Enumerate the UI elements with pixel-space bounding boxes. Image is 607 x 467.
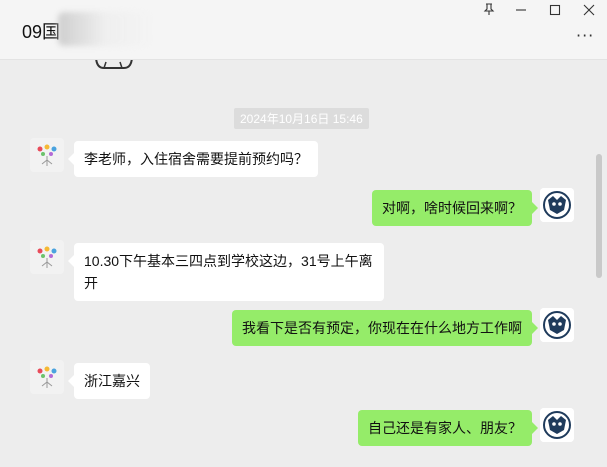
pin-icon[interactable] xyxy=(478,2,500,24)
message-bubble-sent: 我看下是否有预定，你现在在什么地方工作啊 xyxy=(232,310,538,346)
self-avatar[interactable] xyxy=(540,188,574,222)
self-avatar[interactable] xyxy=(540,308,574,342)
self-avatar[interactable] xyxy=(540,408,574,442)
contact-avatar[interactable] xyxy=(30,240,64,274)
redacted-title-blur xyxy=(58,12,153,46)
message-bubble-received: 10.30下午基本三四点到学校这边，31号上午离开 xyxy=(68,243,384,301)
contact-avatar[interactable] xyxy=(30,360,64,394)
chat-area[interactable]: 2024年10月16日 15:46 李老师，入住宿舍需要提前预约吗？ 对啊，啥时… xyxy=(0,60,607,467)
contact-avatar[interactable] xyxy=(30,138,64,172)
message-bubble-received: 浙江嘉兴 xyxy=(68,363,150,399)
chat-title: 09国 xyxy=(22,22,61,42)
message-bubble-sent: 对啊，啥时候回来啊？ xyxy=(372,190,538,226)
scrollbar[interactable] xyxy=(596,154,602,278)
partial-avatar xyxy=(92,60,136,76)
title-bar: 09国 ··· xyxy=(0,0,607,60)
more-icon[interactable]: ··· xyxy=(576,26,594,45)
timestamp: 2024年10月16日 15:46 xyxy=(234,108,369,129)
message-bubble-sent: 自己还是有家人、朋友？ xyxy=(358,410,538,446)
close-icon[interactable] xyxy=(578,2,600,24)
minimize-icon[interactable] xyxy=(510,2,532,24)
message-bubble-received: 李老师，入住宿舍需要提前预约吗？ xyxy=(68,141,318,177)
maximize-icon[interactable] xyxy=(544,2,566,24)
